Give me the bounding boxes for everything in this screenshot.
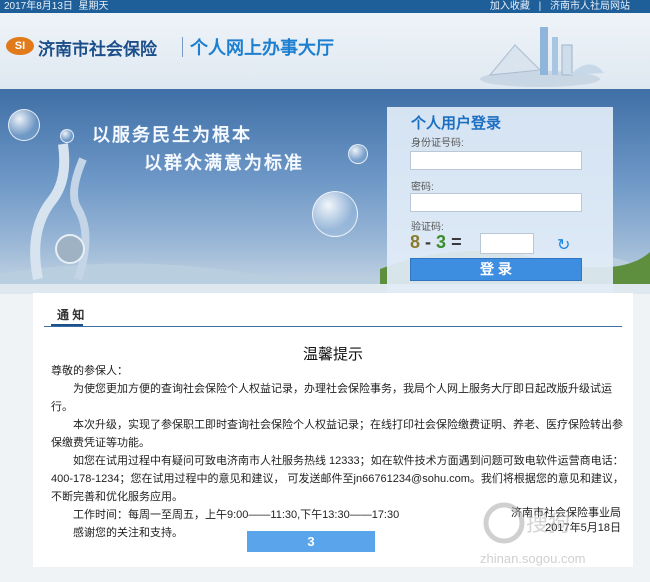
password-input[interactable]	[410, 193, 582, 212]
bubble-decoration	[312, 191, 358, 237]
system-name: 个人网上办事大厅	[190, 38, 334, 58]
login-title: 个人用户登录	[411, 115, 502, 132]
org-name: 济南市社会保险	[38, 40, 157, 59]
login-panel: 个人用户登录 身份证号码: 密码: 验证码: 8 - 3 = ↻ 登 录	[387, 107, 613, 295]
notice-paragraph-1: 为使您更加方便的查询社会保险个人权益记录，办理社会保险事务，我局个人网上服务大厅…	[51, 383, 612, 413]
sign-date: 2017年5月18日	[545, 522, 621, 534]
notice-greeting: 尊敬的参保人：	[51, 365, 128, 377]
captcha-input[interactable]	[480, 233, 534, 254]
weekday-text: 星期天	[78, 1, 109, 12]
top-divider: |	[538, 1, 542, 12]
notice-dialog: 通 知 温馨提示 尊敬的参保人： 为使您更加方便的查询社会保险个人权益记录，办理…	[33, 293, 633, 567]
signer-name: 济南市社会保险事业局	[511, 507, 621, 519]
add-favorite-link[interactable]: 加入收藏	[490, 1, 530, 12]
captcha-equals: =	[451, 232, 462, 252]
date-weekday: 2017年8月13日 星期天	[4, 0, 109, 13]
login-button[interactable]: 登 录	[410, 258, 582, 281]
site-link[interactable]: 济南市人社局网站	[550, 1, 630, 12]
si-logo-icon: SI	[6, 37, 34, 55]
notice-title: 温馨提示	[302, 346, 363, 363]
notice-signature: 济南市社会保险事业局 2017年5月18日	[511, 506, 621, 536]
id-label: 身份证号码:	[411, 138, 464, 149]
notice-paragraph-2: 本次升级，实现了参保职工即时查询社会保险个人权益记录；在线打印社会保险缴费证明、…	[51, 419, 623, 449]
captcha-digit-b: 3	[436, 232, 447, 252]
notice-paragraph-3: 如您在试用过程中有疑问可致电济南市人社服务热线 12333；如在软件技术方面遇到…	[51, 455, 624, 503]
bubble-decoration	[8, 109, 40, 141]
captcha-image: 8 - 3 =	[410, 232, 462, 253]
bubble-decoration	[60, 129, 74, 143]
tab-notice[interactable]: 通 知	[57, 306, 84, 323]
id-number-input[interactable]	[410, 151, 582, 170]
captcha-operator: -	[425, 232, 432, 252]
header-separator	[182, 37, 183, 57]
date-text: 2017年8月13日	[4, 1, 73, 12]
top-bar: 2017年8月13日 星期天 加入收藏 | 济南市人社局网站	[0, 0, 650, 13]
site-header: SI 济南市社会保险 个人网上办事大厅	[0, 13, 650, 89]
sculpture-icon	[30, 143, 90, 281]
captcha-digit-a: 8	[410, 232, 421, 252]
countdown-close-button[interactable]: 3	[247, 531, 375, 552]
building-decoration-icon	[480, 27, 604, 87]
top-links: 加入收藏 | 济南市人社局网站	[484, 0, 630, 13]
captcha-label: 验证码:	[411, 222, 444, 233]
password-label: 密码:	[411, 182, 434, 193]
slogan-line-2: 以群众满意为标准	[144, 153, 304, 173]
slogan-line-1: 以服务民生为根本	[92, 125, 252, 145]
refresh-icon[interactable]: ↻	[557, 235, 570, 255]
bubble-decoration	[348, 144, 368, 164]
tab-divider	[44, 326, 622, 327]
